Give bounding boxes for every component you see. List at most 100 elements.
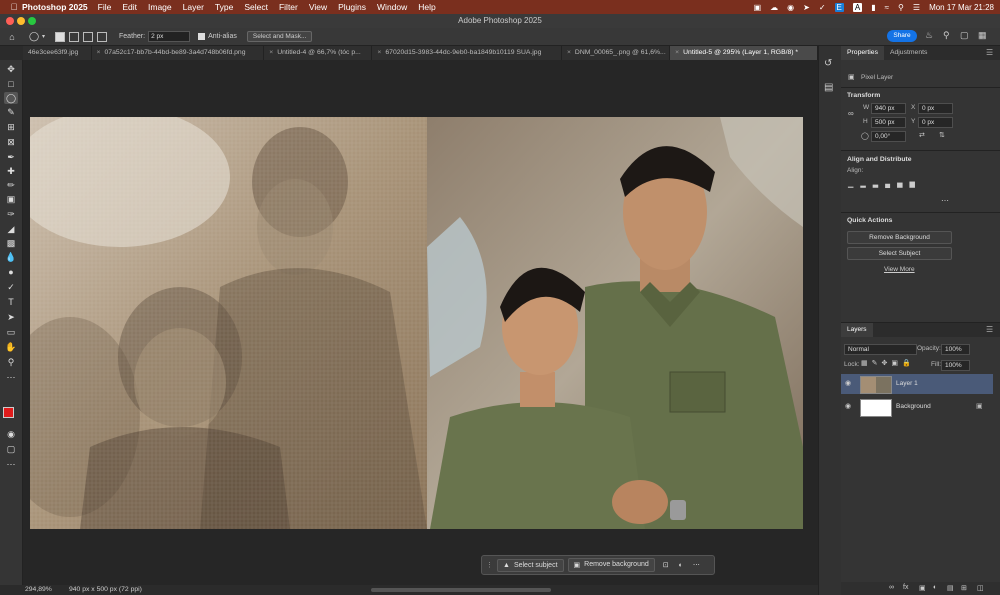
close-icon[interactable]: × [567,46,571,60]
blend-mode-select[interactable]: Normal [844,344,917,355]
menu-help[interactable]: Help [418,2,435,12]
history-icon[interactable]: ↺ [824,58,832,69]
link-layers-icon[interactable]: ∞ [889,584,894,591]
add-mask-icon[interactable]: ▣ [919,584,926,592]
zoom-window-button[interactable] [28,17,36,25]
close-icon[interactable]: × [377,46,381,60]
clock[interactable]: Mon 17 Mar 21:28 [929,3,994,12]
chevron-down-icon[interactable]: ▾ [42,33,45,40]
view-more-link[interactable]: View More [884,266,915,273]
quick-select-tool-icon[interactable]: ✎ [4,106,18,118]
opacity-input[interactable]: 100% [941,344,970,355]
screen-mode-icon[interactable]: ▢ [4,443,18,455]
layer-row-selected[interactable]: ◉ Layer 1 [841,374,993,394]
blur-tool-icon[interactable]: 💧 [4,251,18,263]
check-icon[interactable]: ✓ [819,3,826,12]
frame-tool-icon[interactable]: ⊠ [4,136,18,148]
more-align-icon[interactable]: ⋯ [941,196,949,205]
transform-icon[interactable]: ⊡ [663,561,669,569]
brush-tool-icon[interactable]: ✏ [4,179,18,191]
tab-document[interactable]: 46e3cee63f9.jpg [23,46,92,60]
trash-icon[interactable]: ◫ [977,584,984,592]
status-e-icon[interactable]: E [834,2,844,12]
angle-input[interactable]: 0,00° [871,131,906,142]
menu-type[interactable]: Type [215,2,233,12]
select-subject-button[interactable]: ▲ Select subject [497,558,564,572]
visibility-eye-icon[interactable]: ◉ [845,402,851,410]
menu-edit[interactable]: Edit [122,2,137,12]
select-and-mask-button[interactable]: Select and Mask... [246,31,313,42]
menu-layer[interactable]: Layer [183,2,204,12]
remove-background-panel-button[interactable]: Remove Background [847,231,952,244]
workspace-icon[interactable]: ▢ [960,30,969,41]
fill-input[interactable]: 100% [941,360,970,371]
lasso-preset-icon[interactable]: ◯ [28,31,40,43]
antialias-checkbox[interactable] [198,33,206,40]
menu-file[interactable]: File [98,2,112,12]
search-icon[interactable]: ⚲ [943,30,950,41]
eraser-tool-icon[interactable]: ◢ [4,223,18,235]
layer-row[interactable]: ◉ Background ▣ [841,397,993,417]
minimize-window-button[interactable] [17,17,25,25]
x-input[interactable]: 0 px [918,103,953,114]
tab-document[interactable]: × 67020d15-3983-44dc-9eb0-ba1849b10119 SU… [372,46,562,60]
rectangle-tool-icon[interactable]: ▭ [4,326,18,338]
width-input[interactable]: 940 px [871,103,906,114]
zoom-tool-icon[interactable]: ⚲ [4,356,18,368]
flip-vertical-icon[interactable]: ⇅ [939,131,945,139]
arrange-icon[interactable]: ▦ [978,30,987,41]
subtract-selection-icon[interactable] [83,31,94,42]
clone-stamp-tool-icon[interactable]: ▣ [4,193,18,205]
app-status-icon[interactable]: ▣ [754,3,762,12]
more-tools-icon[interactable]: ⋯ [4,371,18,383]
apple-icon[interactable]:  [6,2,22,12]
fx-icon[interactable]: fx [903,584,908,591]
record-icon[interactable]: ◉ [787,3,794,12]
align-buttons[interactable]: ▁▂▃▄▅▆ [848,180,922,188]
menu-plugins[interactable]: Plugins [338,2,366,12]
bell-icon[interactable]: ♨ [925,30,933,41]
crop-tool-icon[interactable]: ⊞ [4,121,18,133]
tab-document[interactable]: × DNM_00065_.png @ 61,6%... [562,46,671,60]
tab-layers[interactable]: Layers [841,323,873,337]
menu-filter[interactable]: Filter [279,2,298,12]
group-icon[interactable]: ▤ [947,584,954,592]
wifi-icon[interactable]: ≈ [885,3,889,12]
move-tool-icon[interactable]: ✥ [4,63,18,75]
add-selection-icon[interactable] [69,31,80,42]
home-icon[interactable]: ⌂ [6,31,18,43]
pen-tool-icon[interactable]: ✓ [4,281,18,293]
close-icon[interactable]: × [675,46,679,60]
panel-menu-icon[interactable]: ☰ [986,48,993,57]
type-tool-icon[interactable]: T [4,296,18,308]
history-brush-tool-icon[interactable]: ✑ [4,208,18,220]
document-canvas[interactable] [30,117,803,529]
close-icon[interactable]: × [269,46,273,60]
layers-menu-icon[interactable]: ☰ [986,325,993,334]
remove-background-button[interactable]: ▣ Remove background [567,558,655,572]
tab-document[interactable]: × 07a52c17-bb7b-44bd-be89-3a4d748b06fd.pn… [92,46,265,60]
adjustment-icon[interactable]: ◐ [679,562,683,569]
edit-toolbar-icon[interactable]: ⋯ [4,458,18,470]
send-icon[interactable]: ➤ [803,3,810,12]
hand-tool-icon[interactable]: ✋ [4,341,18,353]
eyedropper-tool-icon[interactable]: ✒ [4,151,18,163]
visibility-eye-icon[interactable]: ◉ [845,379,851,387]
libraries-icon[interactable]: ▤ [824,82,833,93]
transform-title[interactable]: Transform [847,92,880,99]
dodge-tool-icon[interactable]: ● [4,266,18,278]
intersect-selection-icon[interactable] [97,31,108,42]
lasso-tool-icon[interactable]: ◯ [4,92,18,104]
select-subject-panel-button[interactable]: Select Subject [847,247,952,260]
artboard-tool-icon[interactable]: □ [4,78,18,90]
adjustment-layer-icon[interactable]: ◐ [933,584,937,591]
more-options-icon[interactable]: ⋯ [693,561,700,569]
control-center-icon[interactable]: ☰ [913,3,920,12]
feather-input[interactable]: 2 px [148,31,191,42]
path-selection-tool-icon[interactable]: ➤ [4,311,18,323]
healing-brush-tool-icon[interactable]: ✚ [4,165,18,177]
tab-document[interactable]: × Untitled-4 @ 66,7% (tóc p... [264,46,373,60]
cloud-icon[interactable]: ☁ [770,3,778,12]
quick-mask-icon[interactable]: ◉ [4,428,18,440]
app-menu[interactable]: Photoshop 2025 [22,2,88,12]
